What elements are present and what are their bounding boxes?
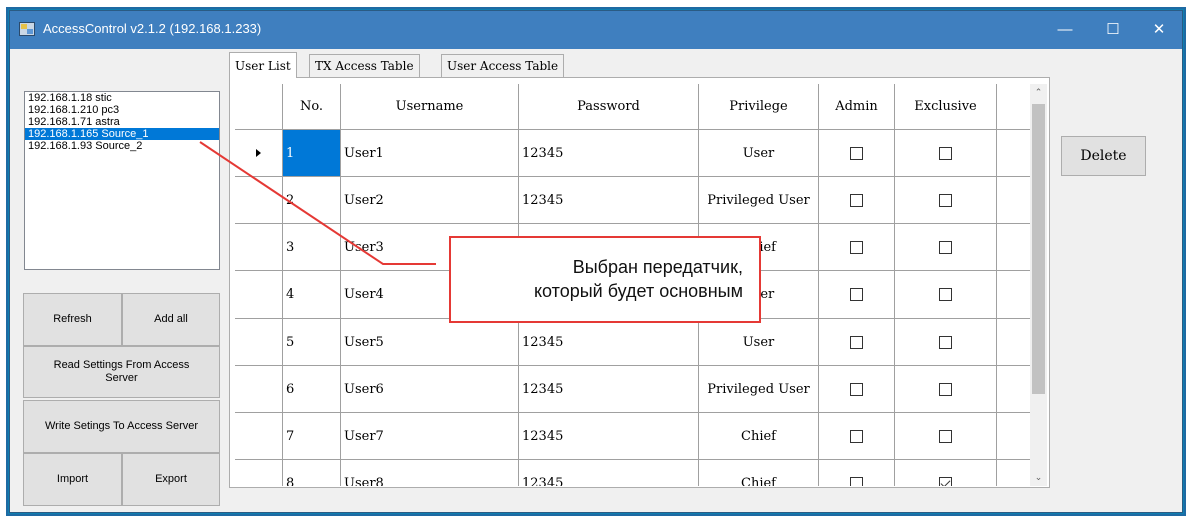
callout-line-2: который будет основным (533, 281, 743, 301)
callout-line-1: Выбран передатчик, (572, 257, 743, 277)
annotation-callout: Выбран передатчик, который будет основны… (449, 236, 761, 323)
